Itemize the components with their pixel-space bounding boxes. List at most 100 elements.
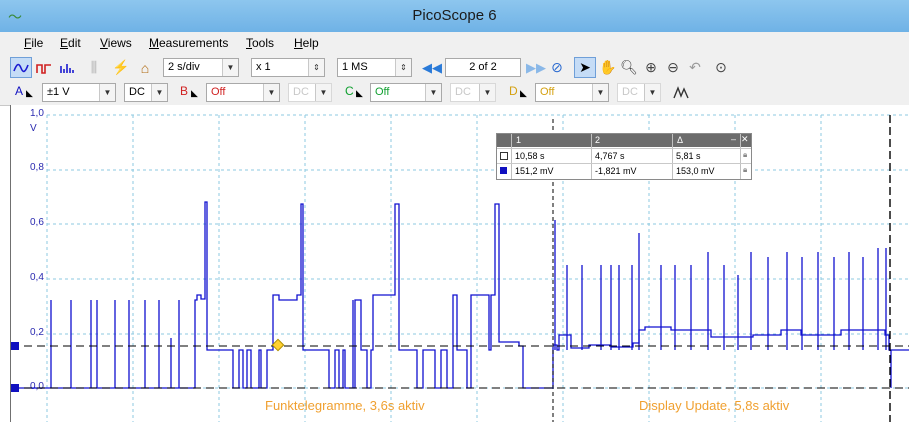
time-ruler-2-value: 4,767 s <box>595 151 625 161</box>
channel-b-label[interactable]: B <box>180 84 188 98</box>
ruler-legend-header[interactable]: 1 2 Δ – ✕ <box>497 134 751 147</box>
waveform-plot[interactable] <box>11 105 909 422</box>
channel-a-range-select[interactable]: ±1 V ▼ <box>42 83 116 102</box>
channel-a-range: ±1 V <box>47 86 70 98</box>
menu-help[interactable]: Help <box>294 36 319 50</box>
ruler-handle-2 <box>11 384 19 392</box>
channel-options-arrow-icon[interactable]: ◣ <box>520 88 527 99</box>
channel-a-trace <box>11 201 909 389</box>
scope-view[interactable]: 1,0 V 0,8 0,6 0,4 0,2 0,0 Funktelegramme… <box>10 105 909 422</box>
chevron-down-icon: ▼ <box>479 84 495 101</box>
ruler-handle-1 <box>11 342 19 350</box>
chevron-down-icon: ▼ <box>151 84 167 101</box>
chevron-down-icon: ▼ <box>592 84 608 101</box>
menu-measurements[interactable]: Measurements <box>149 36 228 50</box>
time-ruler-delta-value: 5,81 s <box>676 151 701 161</box>
channel-c-coupling: DC <box>455 86 471 98</box>
channel-c-coupling-select[interactable]: DC ▼ <box>450 83 496 102</box>
zoom-area-icon[interactable]: 🔍︎ <box>618 57 640 78</box>
column-header-delta: Δ <box>677 135 684 145</box>
ruler-legend[interactable]: 1 2 Δ – ✕ 10,58 s 4,767 s 5,81 s 🔒︎ 151,… <box>496 133 752 180</box>
buffer-page-value: 2 of 2 <box>469 61 497 73</box>
spin-arrows-icon: ⇕ <box>395 59 411 76</box>
capture-toolbar: ⫼ ⚡ ⌂ 2 s/div ▼ x 1 ⇕ 1 MS ⇕ ◀◀ 2 of 2 ▶… <box>0 54 909 82</box>
signal-ruler-1-value: 151,2 mV <box>515 166 554 176</box>
channel-b-range: Off <box>211 86 226 98</box>
chevron-down-icon: ▼ <box>263 84 279 101</box>
zoom-in-icon[interactable]: ⊕ <box>640 57 662 78</box>
channel-options-arrow-icon[interactable]: ◣ <box>356 88 363 99</box>
minimize-icon[interactable]: – <box>731 134 736 144</box>
menu-tools[interactable]: Tools <box>246 36 274 50</box>
samples-stepper[interactable]: 1 MS ⇕ <box>337 58 412 77</box>
menu-bar: File Edit Views Measurements Tools Help <box>0 32 909 55</box>
column-header-2: 2 <box>595 135 601 145</box>
chevron-down-icon: ▼ <box>222 59 238 76</box>
channel-a-swatch <box>500 167 507 174</box>
zoom-stepper[interactable]: x 1 ⇕ <box>251 58 325 77</box>
buffer-page-field[interactable]: 2 of 2 <box>445 58 521 77</box>
channel-options-arrow-icon[interactable]: ◣ <box>26 88 33 99</box>
channel-d-coupling: DC <box>622 86 638 98</box>
time-ruler-row: 10,58 s 4,767 s 5,81 s 🔒︎ <box>497 148 751 163</box>
menu-views[interactable]: Views <box>100 36 132 50</box>
math-channels-icon[interactable] <box>670 82 692 103</box>
persistence-mode-icon[interactable] <box>33 57 55 78</box>
chevron-down-icon: ▼ <box>425 84 441 101</box>
chevron-down-icon: ▼ <box>99 84 115 101</box>
channel-b-coupling: DC <box>293 86 309 98</box>
signal-generator-icon[interactable]: ⚡ <box>110 57 132 78</box>
channel-d-range: Off <box>540 86 555 98</box>
signal-ruler-delta-value: 153,0 mV <box>676 166 715 176</box>
timebase-value: 2 s/div <box>168 61 200 73</box>
hand-tool-icon[interactable]: ✋ <box>597 57 619 78</box>
undo-zoom-icon[interactable]: ↶ <box>684 57 706 78</box>
previous-buffer-icon[interactable]: ◀◀ <box>421 57 443 78</box>
scope-mode-icon[interactable] <box>10 57 32 78</box>
zoom-out-icon[interactable]: ⊖ <box>662 57 684 78</box>
spectrum-mode-icon[interactable] <box>56 57 78 78</box>
lock-icon[interactable]: 🔒︎ <box>743 150 747 160</box>
channel-d-label[interactable]: D <box>509 84 518 98</box>
automotive-home-icon[interactable]: ⌂ <box>134 57 156 78</box>
spin-arrows-icon: ⇕ <box>308 59 324 76</box>
column-header-1: 1 <box>516 135 522 145</box>
timebase-select[interactable]: 2 s/div ▼ <box>163 58 239 77</box>
channel-d-range-select[interactable]: Off ▼ <box>535 83 609 102</box>
title-bar: 〜 PicoScope 6 <box>0 0 909 32</box>
zoom-value: x 1 <box>256 61 271 73</box>
time-ruler-1-value: 10,58 s <box>515 151 545 161</box>
channel-c-range: Off <box>375 86 390 98</box>
chevron-down-icon: ▼ <box>644 84 660 101</box>
close-icon[interactable]: ✕ <box>741 134 749 145</box>
window-title: PicoScope 6 <box>412 7 497 24</box>
annotation-display-update: Display Update, 5,8s aktiv <box>639 398 790 413</box>
samples-value: 1 MS <box>342 61 368 73</box>
channel-options-arrow-icon[interactable]: ◣ <box>191 88 198 99</box>
channel-b-range-select[interactable]: Off ▼ <box>206 83 280 102</box>
menu-edit[interactable]: Edit <box>60 36 81 50</box>
pointer-tool-icon[interactable]: ➤ <box>574 57 596 78</box>
chevron-down-icon: ▼ <box>315 84 331 101</box>
channel-a-coupling-select[interactable]: DC ▼ <box>124 83 168 102</box>
zoom-to-fit-icon[interactable]: ⊙ <box>710 57 732 78</box>
channel-a-coupling: DC <box>129 86 145 98</box>
channel-c-label[interactable]: C <box>345 84 354 98</box>
channel-c-range-select[interactable]: Off ▼ <box>370 83 442 102</box>
time-ruler-swatch <box>500 152 508 160</box>
annotation-funktelegramme: Funktelegramme, 3,6s aktiv <box>265 398 425 413</box>
menu-file[interactable]: File <box>24 36 43 50</box>
next-buffer-icon[interactable]: ▶▶ <box>525 57 547 78</box>
channel-options-icon[interactable]: ⫼ <box>83 57 105 78</box>
channel-a-label[interactable]: A <box>15 84 23 98</box>
buffer-navigator-icon[interactable]: ⊘ <box>546 57 568 78</box>
grid <box>46 114 909 422</box>
signal-ruler-row: 151,2 mV -1,821 mV 153,0 mV 🔒︎ <box>497 163 751 178</box>
channel-d-coupling-select[interactable]: DC ▼ <box>617 83 661 102</box>
channel-b-coupling-select[interactable]: DC ▼ <box>288 83 332 102</box>
channel-toolbar: A ◣ ±1 V ▼ DC ▼ B ◣ Off ▼ DC ▼ C ◣ Off ▼… <box>0 81 909 106</box>
zero-offset-marker <box>271 338 285 352</box>
lock-icon[interactable]: 🔒︎ <box>743 165 747 175</box>
signal-ruler-2-value: -1,821 mV <box>595 166 637 176</box>
channel-a-spikes <box>554 220 892 388</box>
